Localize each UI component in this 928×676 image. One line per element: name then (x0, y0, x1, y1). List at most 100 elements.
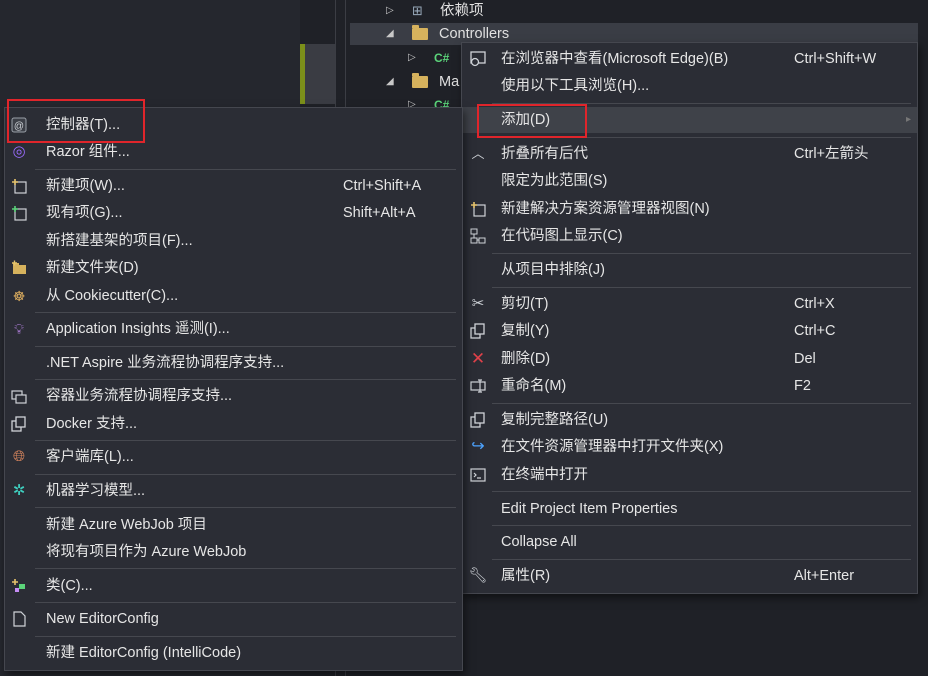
menu-item-label: 剪切(T) (501, 296, 549, 312)
menu-item-label: 新建 EditorConfig (IntelliCode) (46, 645, 242, 661)
menu-item-scope-to-this[interactable]: 限定为此范围(S) (462, 168, 917, 194)
submenu-item-new-item[interactable]: 新建项(W)... Ctrl+Shift+A (5, 173, 462, 199)
submenu-item-existing-as-webjob[interactable]: 将现有项目作为 Azure WebJob (5, 539, 462, 565)
menu-item-label: New EditorConfig (46, 611, 159, 627)
browser-icon (470, 51, 486, 67)
menu-item-shortcut: Ctrl+C (794, 323, 836, 339)
menu-item-copy-full-path[interactable]: 复制完整路径(U) (462, 407, 917, 433)
menu-item-label: 将现有项目作为 Azure WebJob (46, 544, 247, 560)
submenu-item-new-scaffolded-item[interactable]: 新搭建基架的项目(F)... (5, 228, 462, 254)
submenu-item-client-library[interactable]: 🌐︎ 客户端库(L)... (5, 444, 462, 470)
menu-item-label: 在代码图上显示(C) (501, 228, 623, 244)
menu-item-label: .NET Aspire 业务流程协调程序支持... (46, 355, 285, 371)
menu-item-label: 从项目中排除(J) (501, 262, 605, 278)
scissors-icon: ✂ (471, 295, 485, 312)
submenu-item-container-orchestrator[interactable]: 容器业务流程协调程序支持... (5, 383, 462, 409)
menu-item-copy[interactable]: 复制(Y) Ctrl+C (462, 318, 917, 344)
existing-item-icon (11, 205, 27, 221)
menu-item-label: 新建项(W)... (46, 178, 125, 194)
menu-item-label: 在浏览器中查看(Microsoft Edge)(B) (501, 51, 729, 67)
menu-separator (35, 440, 456, 441)
submenu-item-docker-support[interactable]: Docker 支持... (5, 411, 462, 437)
menu-item-label: 使用以下工具浏览(H)... (501, 78, 650, 94)
submenu-item-new-azure-webjob[interactable]: 新建 Azure WebJob 项目 (5, 512, 462, 538)
copy-icon (470, 323, 486, 339)
menu-item-label: 复制(Y) (501, 323, 550, 339)
collapse-arrow-icon[interactable]: ◢ (386, 71, 394, 93)
menu-separator (492, 253, 911, 254)
collapse-arrow-icon[interactable]: ◢ (386, 23, 394, 45)
menu-item-shortcut: Ctrl+Shift+A (343, 178, 422, 194)
menu-separator (492, 403, 911, 404)
submenu-item-application-insights[interactable]: 💡︎ Application Insights 遥测(I)... (5, 316, 462, 342)
menu-item-view-in-browser[interactable]: 在浏览器中查看(Microsoft Edge)(B) Ctrl+Shift+W (462, 46, 917, 72)
open-folder-arrow-icon: ↪ (471, 438, 485, 455)
menu-separator (492, 525, 911, 526)
menu-item-browse-with[interactable]: 使用以下工具浏览(H)... (462, 73, 917, 99)
menu-item-cut[interactable]: ✂ 剪切(T) Ctrl+X (462, 291, 917, 317)
menu-item-properties[interactable]: 🔧︎ 属性(R) Alt+Enter (462, 563, 917, 589)
submenu-arrow-icon: ▸ (905, 114, 911, 125)
menu-separator (35, 312, 456, 313)
menu-item-label: 容器业务流程协调程序支持... (46, 388, 233, 404)
menu-separator (35, 346, 456, 347)
new-view-icon (470, 201, 486, 217)
menu-item-label: 新建 Azure WebJob 项目 (46, 517, 207, 533)
menu-separator (35, 636, 456, 637)
expand-arrow-icon[interactable]: ▷ (408, 47, 416, 69)
menu-item-open-in-terminal[interactable]: 在终端中打开 (462, 462, 917, 488)
menu-separator (35, 169, 456, 170)
menu-item-label: Edit Project Item Properties (501, 501, 678, 517)
menu-separator (492, 559, 911, 560)
menu-item-label: 从 Cookiecutter(C)... (46, 288, 179, 304)
expand-arrow-icon[interactable]: ▷ (386, 0, 394, 22)
menu-separator (35, 602, 456, 603)
folder-icon (412, 73, 428, 88)
editor-scrollbar[interactable] (305, 44, 335, 104)
submenu-item-new-editorconfig[interactable]: New EditorConfig (5, 606, 462, 632)
menu-item-shortcut: F2 (794, 378, 811, 394)
menu-separator (492, 491, 911, 492)
csharp-file-icon: C# (434, 51, 450, 65)
submenu-item-class[interactable]: 类(C)... (5, 573, 462, 599)
menu-item-shortcut: Shift+Alt+A (343, 205, 416, 221)
new-folder-icon (11, 260, 27, 276)
dependencies-icon: ⊞ (412, 3, 423, 18)
menu-item-label: 重命名(M) (501, 378, 567, 394)
menu-item-open-in-file-explorer[interactable]: ↪ 在文件资源管理器中打开文件夹(X) (462, 434, 917, 460)
highlight-box-add (477, 104, 587, 138)
lightbulb-icon: 💡︎ (14, 321, 24, 337)
tree-item-dependencies[interactable]: ▷ ⊞ 依赖项 (350, 0, 918, 22)
menu-item-label: 折叠所有后代 (501, 146, 588, 162)
menu-item-label: 复制完整路径(U) (501, 412, 609, 428)
terminal-icon (470, 467, 486, 483)
menu-separator (35, 379, 456, 380)
csharp-file-icon: C# (434, 98, 450, 108)
wrench-icon: 🔧︎ (468, 567, 488, 584)
code-map-icon (470, 228, 486, 244)
menu-item-label: 在终端中打开 (501, 467, 588, 483)
menu-item-collapse-all[interactable]: Collapse All (462, 529, 917, 555)
submenu-item-ml-model[interactable]: ✲ 机器学习模型... (5, 478, 462, 504)
copy-path-icon (470, 412, 486, 428)
submenu-item-existing-item[interactable]: 现有项(G)... Shift+Alt+A (5, 200, 462, 226)
container-icon (11, 388, 27, 404)
menu-item-edit-project-item-properties[interactable]: Edit Project Item Properties (462, 496, 917, 522)
menu-item-new-explorer-view[interactable]: 新建解决方案资源管理器视图(N) (462, 196, 917, 222)
submenu-item-new-editorconfig-intellicode[interactable]: 新建 EditorConfig (IntelliCode) (5, 640, 462, 666)
expand-arrow-icon[interactable]: ▷ (408, 94, 416, 108)
menu-separator (35, 568, 456, 569)
menu-item-collapse-descendants[interactable]: ︿ 折叠所有后代 Ctrl+左箭头 (462, 141, 917, 167)
menu-item-label: 在文件资源管理器中打开文件夹(X) (501, 439, 724, 455)
menu-item-delete[interactable]: ✕ 删除(D) Del (462, 346, 917, 372)
menu-item-shortcut: Ctrl+X (794, 296, 835, 312)
menu-item-rename[interactable]: 重命名(M) F2 (462, 373, 917, 399)
menu-item-label: 新搭建基架的项目(F)... (46, 233, 193, 249)
highlight-box-controller (7, 99, 145, 143)
submenu-item-cookiecutter[interactable]: ☸ 从 Cookiecutter(C)... (5, 283, 462, 309)
menu-separator (492, 287, 911, 288)
menu-item-exclude-from-project[interactable]: 从项目中排除(J) (462, 257, 917, 283)
submenu-item-new-folder[interactable]: 新建文件夹(D) (5, 255, 462, 281)
submenu-item-aspire-orchestrator[interactable]: .NET Aspire 业务流程协调程序支持... (5, 350, 462, 376)
menu-item-show-on-code-map[interactable]: 在代码图上显示(C) (462, 223, 917, 249)
